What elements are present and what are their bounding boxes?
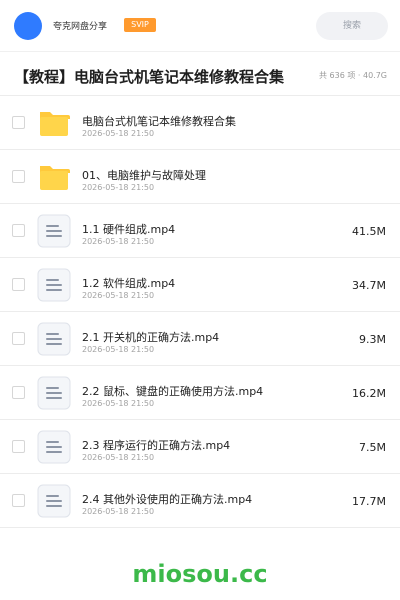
file-row[interactable]: 2.2 鼠标、键盘的正确使用方法.mp4 2026-05-18 21:50 16.2… (0, 366, 400, 420)
document-icon (36, 268, 72, 302)
file-row[interactable]: 1.1 硬件组成.mp4 2026-05-18 21:50 41.5M (0, 204, 400, 258)
select-checkbox[interactable] (12, 386, 25, 399)
item-name[interactable]: 2.2 鼠标、键盘的正确使用方法.mp4 (82, 383, 263, 399)
select-checkbox[interactable] (12, 116, 25, 129)
uploader-name: 夸克网盘分享 (53, 22, 108, 32)
folder-icon (36, 160, 72, 194)
item-date: 2026-05-18 21:50 (82, 453, 155, 462)
select-checkbox[interactable] (12, 494, 25, 507)
watermark: miosou.cc (132, 560, 268, 588)
file-row[interactable]: 2.1 开关机的正确方法.mp4 2026-05-18 21:50 9.3M (0, 312, 400, 366)
item-date: 2026-05-18 21:50 (82, 345, 155, 354)
select-checkbox[interactable] (12, 224, 25, 237)
document-icon (36, 376, 72, 410)
folder-icon (36, 106, 72, 140)
folder-row[interactable]: 电脑台式机笔记本维修教程合集 2026-05-18 21:50 (0, 96, 400, 150)
document-icon (36, 430, 72, 464)
item-date: 2026-05-18 21:50 (82, 507, 155, 516)
search-input[interactable]: 搜索 (316, 12, 388, 40)
item-date: 2026-05-18 21:50 (82, 237, 155, 246)
select-checkbox[interactable] (12, 170, 25, 183)
file-list: 电脑台式机笔记本维修教程合集 2026-05-18 21:50 01、电脑维护与故障… (0, 96, 400, 528)
item-name[interactable]: 1.2 软件组成.mp4 (82, 275, 175, 291)
item-size: 41.5M (352, 225, 386, 238)
document-icon (36, 322, 72, 356)
select-checkbox[interactable] (12, 440, 25, 453)
item-date: 2026-05-18 21:50 (82, 129, 155, 138)
item-name[interactable]: 电脑台式机笔记本维修教程合集 (82, 113, 236, 129)
folder-row[interactable]: 01、电脑维护与故障处理 2026-05-18 21:50 (0, 150, 400, 204)
share-meta: 共 636 项 · 40.7G (319, 71, 387, 80)
document-icon (36, 484, 72, 518)
item-name[interactable]: 1.1 硬件组成.mp4 (82, 221, 175, 237)
avatar[interactable] (14, 12, 42, 40)
select-checkbox[interactable] (12, 332, 25, 345)
item-date: 2026-05-18 21:50 (82, 291, 155, 300)
document-icon (36, 214, 72, 248)
item-size: 16.2M (352, 387, 386, 400)
item-date: 2026-05-18 21:50 (82, 399, 155, 408)
file-row[interactable]: 1.2 软件组成.mp4 2026-05-18 21:50 34.7M (0, 258, 400, 312)
select-checkbox[interactable] (12, 278, 25, 291)
header-bar: 夸克网盘分享 SVIP 搜索 (0, 0, 400, 52)
item-date: 2026-05-18 21:50 (82, 183, 155, 192)
item-size: 34.7M (352, 279, 386, 292)
file-row[interactable]: 2.3 程序运行的正确方法.mp4 2026-05-18 21:50 7.5M (0, 420, 400, 474)
page-title: 【教程】电脑台式机笔记本维修教程合集 (14, 68, 285, 86)
svip-badge: SVIP (124, 18, 156, 32)
item-size: 7.5M (359, 441, 386, 454)
item-name[interactable]: 2.1 开关机的正确方法.mp4 (82, 329, 219, 345)
item-size: 17.7M (352, 495, 386, 508)
share-title-row: 【教程】电脑台式机笔记本维修教程合集 共 636 项 · 40.7G (0, 56, 400, 96)
item-name[interactable]: 2.4 其他外设使用的正确方法.mp4 (82, 491, 252, 507)
item-size: 9.3M (359, 333, 386, 346)
file-row[interactable]: 2.4 其他外设使用的正确方法.mp4 2026-05-18 21:50 17.7M (0, 474, 400, 528)
item-name[interactable]: 2.3 程序运行的正确方法.mp4 (82, 437, 230, 453)
item-name[interactable]: 01、电脑维护与故障处理 (82, 167, 206, 183)
